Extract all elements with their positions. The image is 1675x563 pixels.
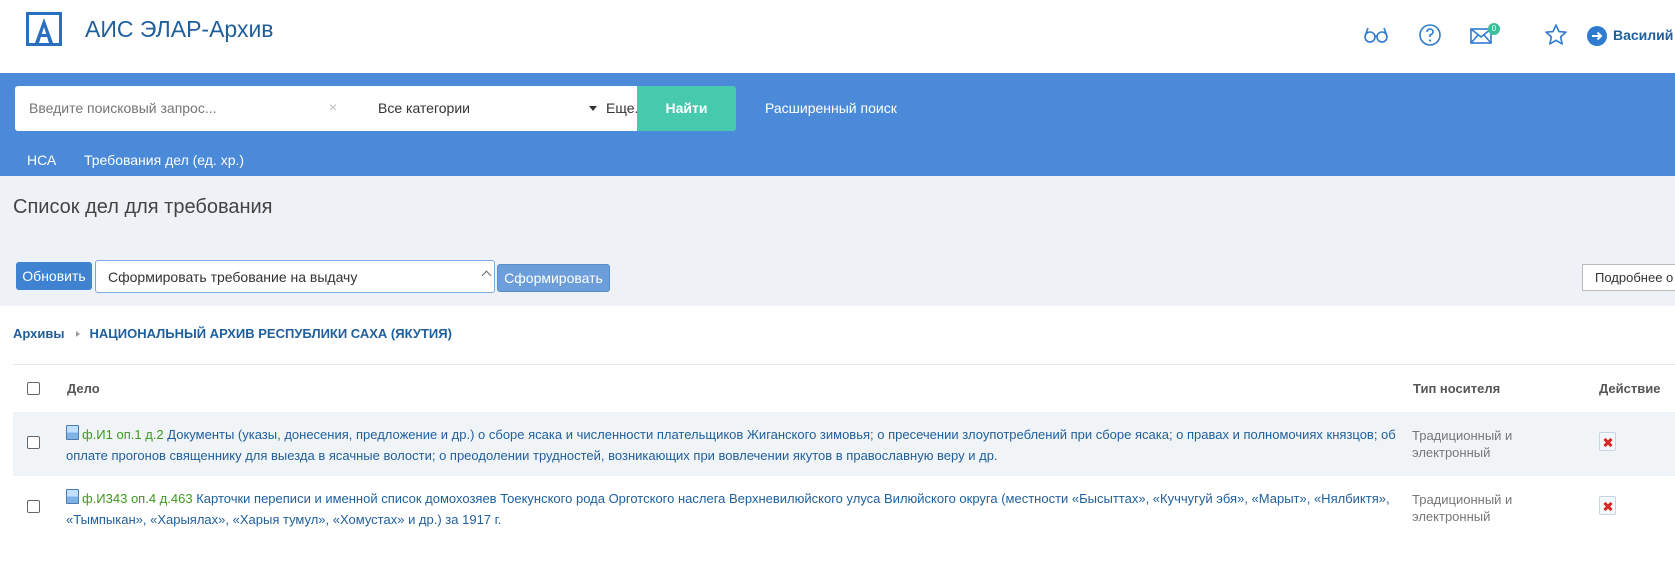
delete-icon[interactable]	[1599, 432, 1616, 451]
chevron-up-icon	[481, 270, 492, 281]
more-details-button[interactable]: Подробнее о	[1582, 264, 1675, 291]
doc-reference-link[interactable]: ф.И343 оп.4 д.463	[82, 491, 193, 506]
star-icon[interactable]	[1543, 22, 1569, 48]
row-checkbox[interactable]	[27, 500, 40, 513]
help-icon[interactable]	[1417, 22, 1443, 48]
doc-cell: ф.И1 оп.1 д.2 Документы (указы, донесени…	[66, 424, 1396, 466]
breadcrumb: Архивы НАЦИОНАЛЬНЫЙ АРХИВ РЕСПУБЛИКИ САХА…	[13, 326, 452, 341]
top-header: АИС ЭЛАР-Архив 0 Василий А	[0, 0, 1675, 73]
find-button[interactable]: Найти	[637, 86, 736, 131]
column-header-media: Тип носителя	[1413, 381, 1501, 396]
table-row: ф.И343 оп.4 д.463 Карточки переписи и им…	[13, 476, 1675, 540]
search-input[interactable]	[29, 100, 329, 116]
document-icon	[66, 425, 79, 440]
doc-description-link[interactable]: Документы (указы, донесения, предложение…	[66, 427, 1396, 463]
column-header-doc: Дело	[67, 381, 100, 396]
nav-item-requests[interactable]: Требования дел (ед. хр.)	[84, 152, 244, 168]
search-box: × Все категории Еще...	[15, 86, 646, 131]
chevron-right-icon	[76, 331, 81, 338]
mail-count-badge: 0	[1488, 23, 1500, 35]
toolbar-area: Список дел для требования Обновить Сформ…	[0, 176, 1675, 306]
user-name[interactable]: Василий А	[1613, 27, 1675, 43]
advanced-search-link[interactable]: Расширенный поиск	[765, 100, 897, 116]
select-all-checkbox[interactable]	[27, 382, 40, 395]
clear-search-icon[interactable]: ×	[329, 99, 337, 115]
nav-item-nsa[interactable]: НСА	[27, 152, 56, 168]
documents-table: Дело Тип носителя Действие ф.И1 оп.1 д.2…	[13, 364, 1675, 540]
page-title: Список дел для требования	[13, 196, 273, 218]
category-select[interactable]: Все категории	[378, 100, 470, 116]
doc-reference-link[interactable]: ф.И1 оп.1 д.2	[82, 427, 164, 442]
media-type: Традиционный и электронный	[1412, 492, 1513, 524]
breadcrumb-archives[interactable]: Архивы	[13, 326, 64, 341]
column-header-action: Действие	[1599, 381, 1661, 396]
search-band: × Все категории Еще... Найти Расширенный…	[0, 73, 1675, 176]
refresh-button[interactable]: Обновить	[16, 262, 92, 290]
app-logo-icon[interactable]	[26, 12, 62, 46]
doc-cell: ф.И343 оп.4 д.463 Карточки переписи и им…	[66, 488, 1396, 530]
app-title: АИС ЭЛАР-Архив	[85, 16, 274, 42]
form-button[interactable]: Сформировать	[497, 264, 610, 292]
row-checkbox[interactable]	[27, 436, 40, 449]
table-row: ф.И1 оп.1 д.2 Документы (указы, донесени…	[13, 412, 1675, 476]
document-icon	[66, 489, 79, 504]
glasses-icon[interactable]	[1363, 22, 1389, 48]
table-header: Дело Тип носителя Действие	[13, 364, 1675, 412]
caret-down-icon[interactable]	[589, 106, 597, 111]
delete-icon[interactable]	[1599, 496, 1616, 515]
breadcrumb-current[interactable]: НАЦИОНАЛЬНЫЙ АРХИВ РЕСПУБЛИКИ САХА (ЯКУТ…	[89, 326, 451, 341]
action-select[interactable]: Сформировать требование на выдачу	[95, 260, 495, 293]
doc-description-link[interactable]: Карточки переписи и именной список домох…	[66, 491, 1390, 527]
action-select-value: Сформировать требование на выдачу	[108, 269, 358, 285]
login-icon[interactable]	[1587, 26, 1607, 46]
media-type: Традиционный и электронный	[1412, 428, 1513, 460]
